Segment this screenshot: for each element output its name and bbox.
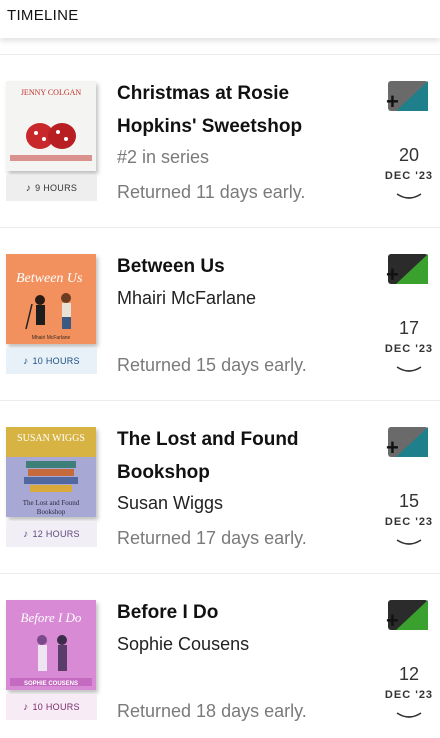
cover-title-text: Between Us bbox=[16, 271, 83, 286]
add-to-list-button[interactable]: + bbox=[386, 427, 428, 460]
book-title[interactable]: Christmas at Rosie Hopkins' Sweetshop bbox=[117, 77, 347, 143]
svg-text:SOPHIE COUSENS: SOPHIE COUSENS bbox=[24, 681, 78, 687]
return-day: 20 bbox=[398, 145, 420, 165]
plus-icon: + bbox=[386, 89, 399, 114]
add-to-list-button[interactable]: + bbox=[386, 81, 428, 114]
timeline-item[interactable]: SUSAN WIGGS The Lost and Found Bookshop … bbox=[0, 400, 440, 573]
returned-status: Returned 18 days early. bbox=[117, 701, 307, 721]
book-cover[interactable]: Before I Do SOPHIE COUSENS bbox=[6, 600, 96, 690]
book-cover[interactable]: SUSAN WIGGS The Lost and Found Bookshop bbox=[6, 427, 96, 517]
svg-text:Mhairi McFarlane: Mhairi McFarlane bbox=[32, 335, 71, 341]
cover-author-text: SUSAN WIGGS bbox=[17, 433, 85, 444]
book-author: Sophie Cousens bbox=[117, 634, 250, 654]
svg-text:Bookshop: Bookshop bbox=[37, 508, 66, 516]
chevron-down-icon[interactable] bbox=[396, 711, 422, 721]
listening-hours-label: 9 HOURS bbox=[35, 183, 78, 193]
return-month: DEC '23 bbox=[384, 689, 434, 701]
plus-icon: + bbox=[386, 608, 399, 633]
headphones-icon: ♪ bbox=[23, 701, 29, 713]
listening-hours-label: 12 HOURS bbox=[32, 529, 80, 539]
chevron-down-icon[interactable] bbox=[396, 365, 422, 375]
headphones-icon: ♪ bbox=[25, 182, 32, 194]
book-author: Mhairi McFarlane bbox=[117, 288, 257, 308]
add-to-list-button[interactable]: + bbox=[386, 600, 428, 633]
listening-hours-label: 10 HOURS bbox=[32, 356, 80, 366]
listening-hours-badge: ♪ 10 HOURS bbox=[6, 348, 97, 374]
plus-icon: + bbox=[386, 435, 399, 460]
svg-text:The Lost and Found: The Lost and Found bbox=[23, 499, 80, 507]
listening-hours-label: 10 HOURS bbox=[32, 702, 80, 712]
series-info: #2 in series bbox=[117, 147, 210, 167]
cover-title-text: Before I Do bbox=[21, 610, 82, 625]
add-to-list-button[interactable]: + bbox=[386, 254, 428, 287]
page-title: TIMELINE bbox=[7, 7, 79, 24]
returned-status: Returned 15 days early. bbox=[117, 355, 307, 375]
book-cover[interactable]: JENNY COLGAN bbox=[6, 81, 96, 171]
book-title[interactable]: Between Us bbox=[117, 250, 347, 283]
book-title[interactable]: The Lost and Found Bookshop bbox=[117, 423, 347, 489]
returned-status: Returned 11 days early. bbox=[117, 182, 306, 202]
listening-hours-badge: ♪ 12 HOURS bbox=[6, 521, 97, 547]
timeline-list: JENNY COLGAN ♪ 9 HOURS Christmas at Rosi… bbox=[0, 54, 440, 738]
return-month: DEC '23 bbox=[384, 343, 434, 355]
timeline-header: TIMELINE bbox=[0, 0, 440, 38]
headphones-icon: ♪ bbox=[23, 528, 29, 540]
returned-status: Returned 17 days early. bbox=[117, 528, 307, 548]
book-title[interactable]: Before I Do bbox=[117, 596, 347, 629]
return-day: 12 bbox=[398, 664, 420, 684]
timeline-item[interactable]: JENNY COLGAN ♪ 9 HOURS Christmas at Rosi… bbox=[0, 54, 440, 227]
book-cover[interactable]: Between Us Mhairi McFarlane bbox=[6, 254, 96, 344]
timeline-item[interactable]: Before I Do SOPHIE COUSENS ♪ 10 HOURS Be… bbox=[0, 573, 440, 738]
timeline-item[interactable]: Between Us Mhairi McFarlane ♪ 10 HOURS B… bbox=[0, 227, 440, 400]
return-month: DEC '23 bbox=[384, 170, 434, 182]
headphones-icon: ♪ bbox=[23, 355, 29, 367]
chevron-down-icon[interactable] bbox=[396, 192, 422, 202]
listening-hours-badge: ♪ 9 HOURS bbox=[6, 175, 97, 201]
cover-author-text: JENNY COLGAN bbox=[21, 88, 82, 97]
return-day: 17 bbox=[398, 318, 420, 338]
listening-hours-badge: ♪ 10 HOURS bbox=[6, 694, 97, 720]
return-day: 15 bbox=[398, 491, 420, 511]
chevron-down-icon[interactable] bbox=[396, 538, 422, 548]
return-month: DEC '23 bbox=[384, 516, 434, 528]
book-author: Susan Wiggs bbox=[117, 493, 224, 513]
plus-icon: + bbox=[386, 262, 399, 287]
